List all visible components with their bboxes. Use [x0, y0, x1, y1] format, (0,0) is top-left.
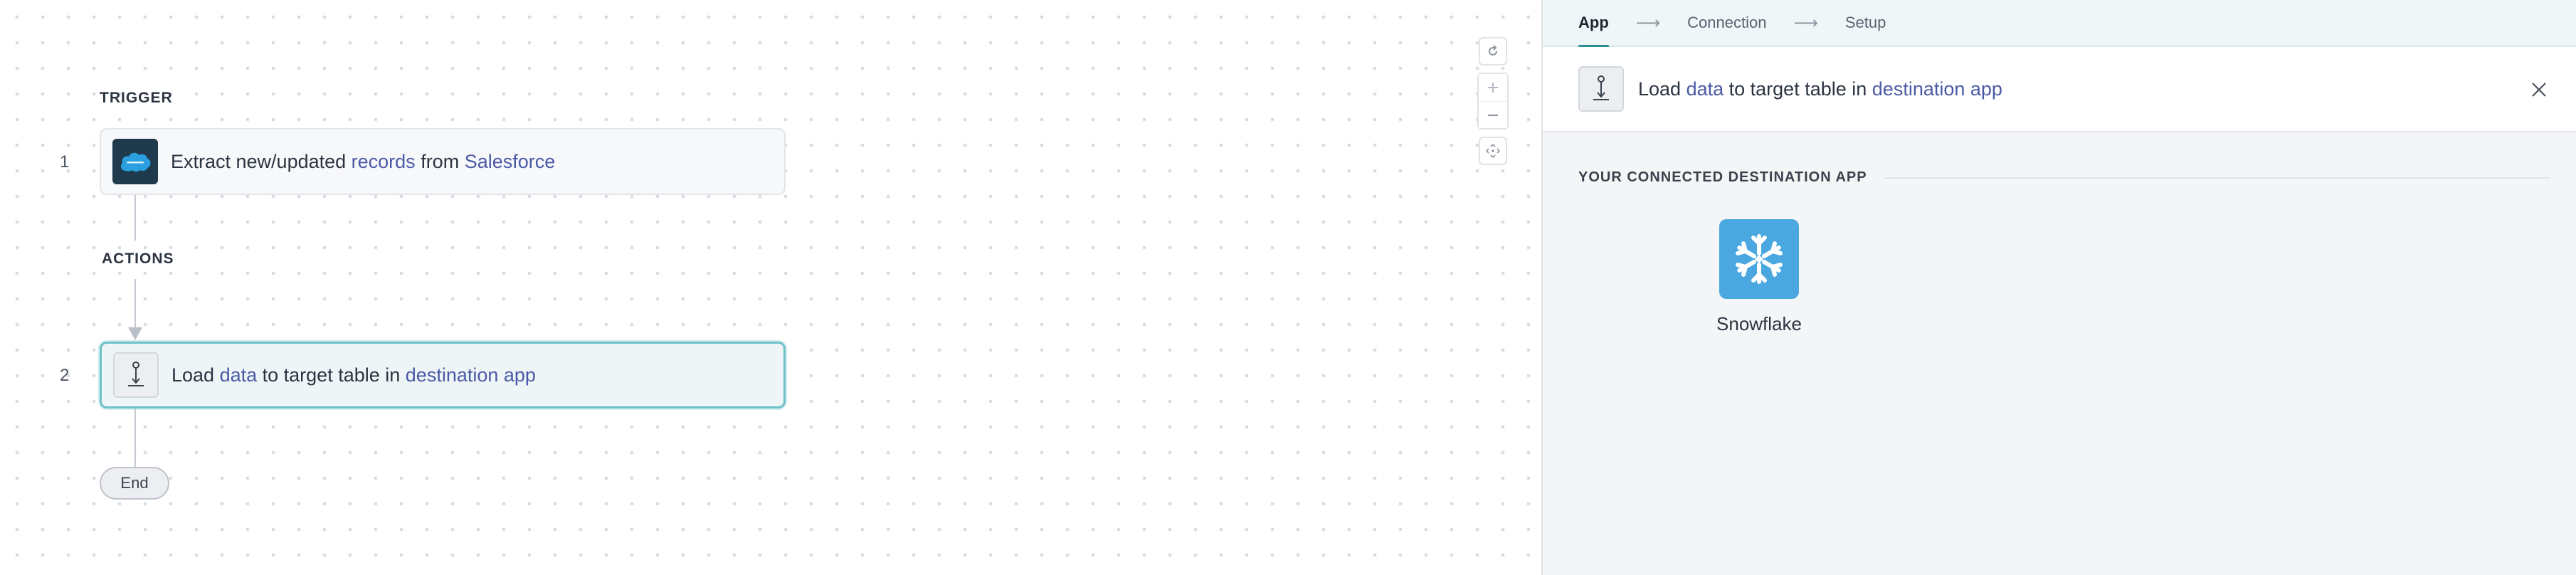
connector-line — [134, 408, 136, 467]
records-link[interactable]: records — [352, 151, 416, 172]
connector-line — [134, 195, 136, 241]
app-option-label: Snowflake — [1716, 313, 1802, 334]
load-data-icon — [1578, 66, 1624, 112]
panel-header: Load data to target table in destination… — [1543, 47, 2576, 132]
divider — [1884, 176, 2550, 179]
salesforce-link[interactable]: Salesforce — [465, 151, 556, 172]
zoom-group — [1477, 73, 1509, 130]
connector-line — [134, 279, 136, 330]
actions-section-label: ACTIONS — [102, 250, 174, 267]
refresh-icon — [1489, 45, 1497, 56]
zoom-out-icon — [1488, 114, 1498, 116]
tab-setup[interactable]: Setup — [1845, 0, 1886, 46]
step-number-2: 2 — [60, 366, 70, 385]
tab-connection[interactable]: Connection — [1687, 0, 1766, 46]
data-link[interactable]: data — [220, 364, 258, 386]
connected-destination-section: YOUR CONNECTED DESTINATION APP — [1578, 169, 2550, 186]
section-heading: YOUR CONNECTED DESTINATION APP — [1578, 169, 1867, 185]
close-icon — [2532, 83, 2546, 97]
panel-header-title: Load data to target table in destination… — [1638, 78, 2002, 100]
load-data-icon — [113, 352, 159, 398]
snowflake-icon — [1719, 219, 1799, 299]
arrow-right-icon: ⟶ — [1793, 13, 1818, 33]
zoom-in-button[interactable] — [1479, 74, 1507, 101]
end-node[interactable]: End — [100, 467, 169, 500]
panel-tabs: App ⟶ Connection ⟶ Setup — [1543, 0, 2576, 48]
step-2-description: Load data to target table in destination… — [171, 364, 536, 386]
zoom-out-button[interactable] — [1479, 101, 1507, 128]
step-2-card[interactable]: Load data to target table in destination… — [100, 342, 786, 408]
app-option-snowflake[interactable]: Snowflake — [1702, 219, 1816, 335]
canvas-controls — [1477, 37, 1509, 165]
step-1-description: Extract new/updated records from Salesfo… — [171, 150, 556, 172]
step-config-panel: App ⟶ Connection ⟶ Setup Load data to ta… — [1541, 0, 2576, 575]
close-panel-button[interactable] — [2523, 74, 2555, 105]
destination-app-link[interactable]: destination app — [406, 364, 536, 386]
data-link[interactable]: data — [1686, 78, 1724, 100]
trigger-section-label: TRIGGER — [100, 90, 173, 106]
fit-view-icon — [1486, 144, 1500, 158]
tab-app[interactable]: App — [1578, 0, 1609, 48]
salesforce-cloud-icon — [112, 139, 158, 184]
refresh-button[interactable] — [1479, 37, 1507, 65]
step-1-card[interactable]: Extract new/updated records from Salesfo… — [100, 128, 786, 195]
fit-view-button[interactable] — [1479, 137, 1507, 165]
connector-arrow — [128, 327, 142, 340]
zoom-in-icon — [1488, 83, 1498, 93]
step-number-1: 1 — [60, 152, 70, 172]
arrow-right-icon: ⟶ — [1635, 13, 1661, 33]
workflow-canvas[interactable]: TRIGGER 1 Extract new/updated records fr… — [0, 0, 1541, 575]
destination-app-link[interactable]: destination app — [1872, 78, 2002, 100]
